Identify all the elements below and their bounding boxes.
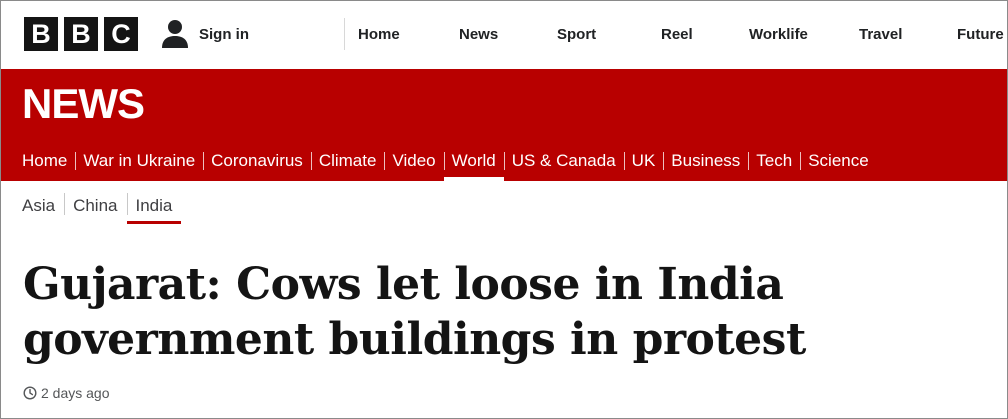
header-divider	[344, 18, 345, 50]
article-headline: Gujarat: Cows let loose in India governm…	[23, 257, 963, 367]
section-us-canada[interactable]: US & Canada	[503, 140, 624, 181]
global-nav-worklife[interactable]: Worklife	[749, 17, 808, 51]
global-nav-reel[interactable]: Reel	[661, 17, 693, 51]
user-icon	[162, 20, 188, 48]
sign-in-label: Sign in	[199, 25, 249, 43]
global-nav-travel[interactable]: Travel	[859, 17, 902, 51]
global-nav-sport[interactable]: Sport	[557, 17, 596, 51]
bbc-logo-letter: B	[64, 17, 98, 51]
global-nav-home[interactable]: Home	[358, 17, 400, 51]
section-tech[interactable]: Tech	[748, 140, 800, 181]
headline-line: government buildings in protest	[23, 314, 806, 365]
news-logo[interactable]: NEWS	[22, 82, 145, 126]
article-timestamp: 2 days ago	[23, 383, 110, 403]
bbc-logo[interactable]: B B C	[24, 17, 138, 51]
global-nav-news[interactable]: News	[459, 17, 498, 51]
section-world[interactable]: World	[443, 140, 504, 181]
section-science[interactable]: Science	[800, 140, 876, 181]
global-header: B B C Sign in Home News Sport Reel Workl…	[1, 1, 1007, 69]
timestamp-text: 2 days ago	[41, 385, 110, 401]
subsection-asia[interactable]: Asia	[13, 188, 64, 224]
headline-line: Gujarat: Cows let loose in India	[23, 259, 784, 310]
section-video[interactable]: Video	[384, 140, 443, 181]
subsection-china[interactable]: China	[64, 188, 126, 224]
section-business[interactable]: Business	[663, 140, 748, 181]
bbc-logo-letter: C	[104, 17, 138, 51]
sign-in-link[interactable]: Sign in	[161, 18, 249, 50]
news-bar: NEWS Home War in Ukraine Coronavirus Cli…	[1, 69, 1007, 181]
section-war-in-ukraine[interactable]: War in Ukraine	[75, 140, 203, 181]
clock-icon	[23, 386, 37, 400]
section-home[interactable]: Home	[1, 140, 75, 181]
section-climate[interactable]: Climate	[310, 140, 385, 181]
global-nav-future[interactable]: Future	[957, 17, 1004, 51]
section-coronavirus[interactable]: Coronavirus	[203, 140, 311, 181]
bbc-logo-letter: B	[24, 17, 58, 51]
subsection-india[interactable]: India	[126, 188, 182, 224]
sub-section-nav: Asia China India	[13, 188, 182, 224]
news-section-nav: Home War in Ukraine Coronavirus Climate …	[1, 140, 877, 181]
section-uk[interactable]: UK	[623, 140, 664, 181]
